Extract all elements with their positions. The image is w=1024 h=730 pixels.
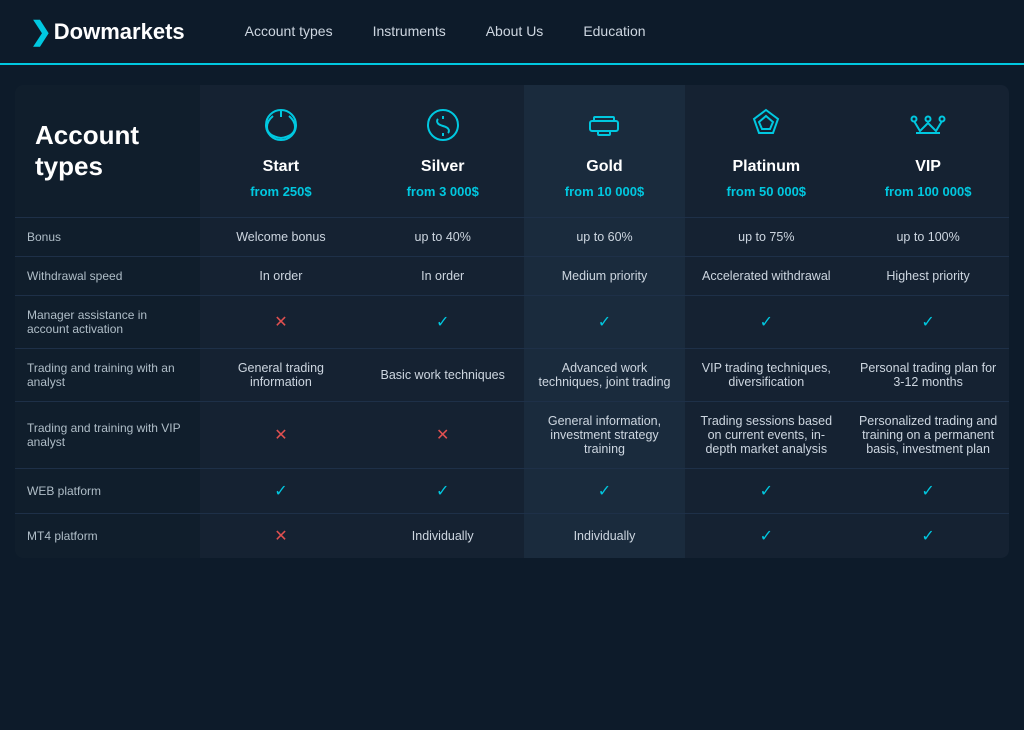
cell-r3-c2: Advanced work techniques, joint trading: [524, 348, 686, 401]
cell-r2-c3: ✓: [685, 295, 847, 348]
nav-instruments[interactable]: Instruments: [373, 23, 446, 39]
account-types-label: Accounttypes: [15, 85, 200, 217]
logo[interactable]: ❯ Dowmarkets: [30, 16, 185, 47]
cell-r3-c3: VIP trading techniques, diversification: [685, 348, 847, 401]
cell-r0-c0: Welcome bonus: [200, 217, 362, 256]
cell-r2-c0: ✕: [200, 295, 362, 348]
gold-icon: [584, 105, 624, 150]
row-label-0: Bonus: [15, 217, 200, 256]
col-header-start: Start from 250$: [200, 85, 362, 217]
cell-r0-c4: up to 100%: [847, 217, 1009, 256]
cell-r3-c0: General trading information: [200, 348, 362, 401]
vip-icon: [908, 105, 948, 150]
check-icon: ✓: [436, 481, 449, 501]
check-icon: ✓: [274, 481, 287, 501]
start-amount: from 250$: [250, 184, 311, 199]
cell-r4-c3: Trading sessions based on current events…: [685, 401, 847, 468]
cell-r5-c2: ✓: [524, 468, 686, 513]
silver-name: Silver: [421, 158, 465, 176]
platinum-icon: [746, 105, 786, 150]
col-header-silver: Silver from 3 000$: [362, 85, 524, 217]
check-icon: ✓: [760, 312, 773, 332]
cell-r5-c3: ✓: [685, 468, 847, 513]
cell-r1-c0: In order: [200, 256, 362, 295]
cell-r6-c1: Individually: [362, 513, 524, 558]
logo-icon: ❯: [30, 16, 52, 47]
check-icon: ✓: [921, 312, 934, 332]
row-label-3: Trading and training with an analyst: [15, 348, 200, 401]
cell-r4-c4: Personalized trading and training on a p…: [847, 401, 1009, 468]
row-label-1: Withdrawal speed: [15, 256, 200, 295]
cross-icon: ✕: [274, 425, 287, 445]
cell-r3-c1: Basic work techniques: [362, 348, 524, 401]
cell-r4-c2: General information, investment strategy…: [524, 401, 686, 468]
cross-icon: ✕: [274, 312, 287, 332]
cell-r2-c4: ✓: [847, 295, 1009, 348]
silver-icon: [423, 105, 463, 150]
cell-r6-c4: ✓: [847, 513, 1009, 558]
col-header-gold: Gold from 10 000$: [524, 85, 686, 217]
nav-education[interactable]: Education: [583, 23, 645, 39]
gold-name: Gold: [586, 158, 622, 176]
cell-r5-c0: ✓: [200, 468, 362, 513]
cell-r1-c4: Highest priority: [847, 256, 1009, 295]
cell-r0-c1: up to 40%: [362, 217, 524, 256]
cross-icon: ✕: [274, 526, 287, 546]
cell-r0-c3: up to 75%: [685, 217, 847, 256]
check-icon: ✓: [598, 481, 611, 501]
row-label-6: MT4 platform: [15, 513, 200, 558]
vip-amount: from 100 000$: [885, 184, 972, 199]
check-icon: ✓: [598, 312, 611, 332]
cell-r4-c0: ✕: [200, 401, 362, 468]
logo-text: Dowmarkets: [54, 19, 185, 45]
platinum-amount: from 50 000$: [727, 184, 807, 199]
cell-r5-c1: ✓: [362, 468, 524, 513]
row-label-2: Manager assistance in account activation: [15, 295, 200, 348]
page-title: Accounttypes: [35, 120, 139, 182]
check-icon: ✓: [760, 481, 773, 501]
account-types-table: Accounttypes Start from 250$: [15, 85, 1009, 558]
cross-icon: ✕: [436, 425, 449, 445]
nav-about-us[interactable]: About Us: [486, 23, 544, 39]
check-icon: ✓: [760, 526, 773, 546]
check-icon: ✓: [921, 481, 934, 501]
cell-r5-c4: ✓: [847, 468, 1009, 513]
silver-amount: from 3 000$: [407, 184, 479, 199]
col-header-vip: VIP from 100 000$: [847, 85, 1009, 217]
cell-r2-c1: ✓: [362, 295, 524, 348]
gold-amount: from 10 000$: [565, 184, 645, 199]
cell-r2-c2: ✓: [524, 295, 686, 348]
row-label-4: Trading and training with VIP analyst: [15, 401, 200, 468]
start-name: Start: [263, 158, 299, 176]
check-icon: ✓: [436, 312, 449, 332]
cell-r6-c3: ✓: [685, 513, 847, 558]
col-header-platinum: Platinum from 50 000$: [685, 85, 847, 217]
navbar: ❯ Dowmarkets Account types Instruments A…: [0, 0, 1024, 65]
cell-r1-c3: Accelerated withdrawal: [685, 256, 847, 295]
main-content: Accounttypes Start from 250$: [0, 65, 1024, 578]
cell-r1-c2: Medium priority: [524, 256, 686, 295]
platinum-name: Platinum: [733, 158, 801, 176]
vip-name: VIP: [915, 158, 941, 176]
nav-account-types[interactable]: Account types: [245, 23, 333, 39]
cell-r1-c1: In order: [362, 256, 524, 295]
row-label-5: WEB platform: [15, 468, 200, 513]
check-icon: ✓: [921, 526, 934, 546]
cell-r4-c1: ✕: [362, 401, 524, 468]
start-icon: [261, 105, 301, 150]
cell-r6-c0: ✕: [200, 513, 362, 558]
cell-r6-c2: Individually: [524, 513, 686, 558]
cell-r3-c4: Personal trading plan for 3-12 months: [847, 348, 1009, 401]
cell-r0-c2: up to 60%: [524, 217, 686, 256]
nav-links: Account types Instruments About Us Educa…: [245, 23, 646, 41]
